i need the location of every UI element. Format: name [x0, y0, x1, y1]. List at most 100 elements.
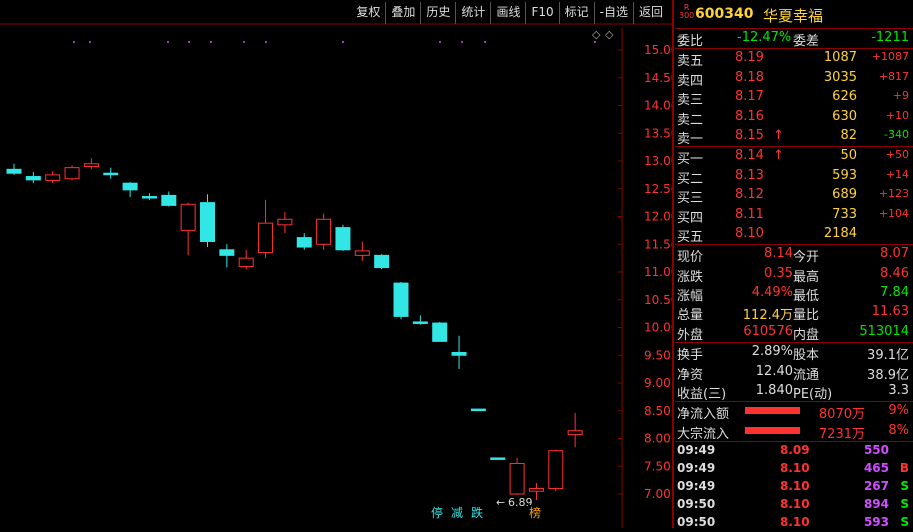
flow-row: 大宗流入 7231万 8% [675, 422, 913, 442]
stat-value: 610576 [743, 323, 793, 339]
stat-value: 3.3 [888, 383, 909, 399]
tick-flag: S [900, 515, 909, 530]
tick-time: 09:50 [677, 497, 716, 512]
toolbar-button[interactable]: 标记 [558, 2, 594, 24]
buy-row: 买二 8.13 593 +14 [675, 167, 913, 187]
stat-label: 总量 [677, 308, 704, 324]
candle-body [393, 282, 409, 317]
candle-body [103, 172, 119, 176]
level-volume: 593 [832, 167, 857, 183]
stat-value: 112.4万 [742, 308, 793, 324]
toolbar-button[interactable]: 叠加 [385, 2, 420, 24]
toolbar-button[interactable]: 复权 [351, 2, 385, 24]
tick-volume: 465 [863, 461, 889, 476]
event-dot [594, 41, 596, 43]
level-volume: 733 [832, 206, 857, 222]
toolbar-button[interactable]: 返回 [632, 2, 668, 24]
y-tick-label: 9.00 [644, 376, 671, 390]
level-volume: 3035 [823, 69, 857, 85]
candle-body [490, 457, 506, 460]
level-label: 卖五 [677, 54, 704, 70]
level-price: 8.13 [735, 167, 764, 183]
candle-body [548, 450, 564, 489]
up-arrow-icon: ↑ [773, 148, 784, 164]
level-price: 8.16 [735, 108, 764, 124]
level-label: 买四 [677, 210, 704, 226]
marker-label: 榜 [529, 505, 541, 520]
toolbar-button[interactable]: 画线 [490, 2, 525, 24]
tick-volume: 267 [863, 479, 889, 494]
stat-label: 换手 [677, 348, 704, 364]
buy-row: 买一 8.14 ↑ 50 +50 [675, 147, 913, 167]
weicha-value: -1211 [871, 30, 909, 45]
y-tick-label: 12.50 [644, 182, 672, 196]
quote-row: 涨幅 4.49% 最低 7.84 [675, 284, 913, 304]
tick-row: 09:50 8.10 894 S [675, 496, 913, 514]
flow-value: 7231万 [818, 426, 865, 442]
y-tick-label: 8.00 [644, 432, 671, 446]
level-price: 8.10 [735, 225, 764, 241]
stat-value: 4.49% [751, 285, 793, 301]
flow-pct: 9% [888, 403, 909, 419]
tick-list[interactable]: 09:49 8.09 550 09:49 8.10 465 B 09:49 8.10 267 S 09… [675, 442, 913, 532]
tick-flag: B [899, 461, 909, 476]
stat-label: PE(动) [793, 387, 833, 403]
tick-row: 09:49 8.10 465 B [675, 460, 913, 478]
y-tick-label: 11.00 [644, 265, 672, 279]
kline-chart[interactable]: 15.00 14.50 14.00 13.50 13.00 12.50 12.00 11.50… [0, 0, 672, 528]
tick-price: 8.10 [780, 497, 810, 512]
candle-body [451, 351, 467, 356]
tick-time: 09:49 [677, 479, 716, 494]
toolbar-button[interactable]: 历史 [420, 2, 455, 24]
stat-label: 股本 [793, 348, 820, 364]
toolbar-button[interactable]: 统计 [455, 2, 490, 24]
y-tick-label: 10.00 [644, 321, 672, 335]
candle-body [509, 462, 525, 495]
stat-label: 净资 [677, 367, 704, 383]
toolbar-button[interactable]: F10 [525, 2, 558, 24]
capital-flows: 净流入额 8070万 9% 大宗流入 7231万 8% [675, 402, 913, 443]
stock-name: 华夏幸福 [763, 7, 824, 25]
buy-orders: 买一 8.14 ↑ 50 +50 买二 8.13 593 +14 买三 8.12 689 +123 买四 8… [675, 147, 913, 246]
tick-price: 8.09 [780, 443, 810, 458]
candle-body [567, 430, 583, 436]
level-label: 卖四 [677, 73, 704, 89]
event-dot [89, 41, 91, 43]
stock-code: 600340 [695, 6, 754, 22]
candle-body [6, 168, 22, 174]
candle-body [141, 196, 157, 199]
event-dot [461, 41, 463, 43]
event-dot [342, 41, 344, 43]
buy-row: 买五 8.10 2184 [675, 225, 913, 245]
tick-flag: S [900, 497, 909, 512]
stat-value: 8.14 [764, 246, 793, 262]
event-dot [439, 41, 441, 43]
level-volume: 626 [832, 89, 857, 105]
level-label: 卖三 [677, 93, 704, 109]
y-tick-label: 14.50 [644, 71, 672, 85]
event-dot [188, 41, 190, 43]
sell-row: 卖三 8.17 626 +9 [675, 88, 913, 109]
tick-time: 09:50 [677, 515, 716, 530]
stat-label: 现价 [677, 250, 704, 266]
toolbar-button[interactable]: -自选 [593, 2, 633, 24]
sell-orders: 卖五 8.19 1087 +1087 卖四 8.18 3035 +817 卖三 8.17 626 +9… [675, 49, 913, 148]
diamond-icon: ◇ [592, 28, 601, 41]
level-label: 卖一 [677, 131, 704, 147]
weibi-value: -12.47% [737, 30, 792, 45]
y-tick-label: 11.50 [644, 237, 672, 251]
candle-body [180, 203, 196, 231]
low-arrow-icon: ← [496, 496, 505, 509]
tick-volume: 894 [863, 497, 889, 512]
marker-label: 减 [451, 506, 463, 520]
stat-value: 8.46 [880, 265, 909, 281]
stat-value: 12.40 [755, 363, 793, 379]
quote-stats: 现价 8.14 今开 8.07 涨跌 0.35 最高 8.46 涨幅 4.49% 最低 7.84 总量 1… [675, 245, 913, 344]
level-change: -340 [884, 127, 909, 141]
candle-body [354, 250, 370, 256]
level-volume: 630 [832, 108, 857, 124]
level-change: +1087 [871, 50, 909, 64]
candle-body [470, 408, 486, 412]
tick-price: 8.10 [780, 479, 810, 494]
sell-row: 卖一 8.15 ↑ 82 -340 [675, 127, 913, 147]
